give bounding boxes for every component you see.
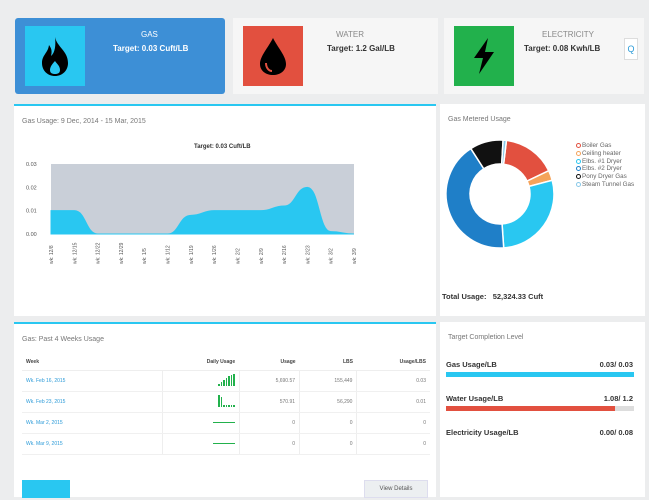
table-row: Wk. Feb 16, 2015 5,690.57 155,449 0.03 — [22, 370, 430, 392]
col-header[interactable]: Usage/LBS — [356, 354, 430, 371]
x-tick-label: wk: 12/8 — [49, 245, 55, 264]
ratio-cell: 0 — [356, 433, 430, 455]
usage-cell: 0 — [238, 433, 300, 455]
tile-target: Target: 1.2 Gal/LB — [327, 44, 395, 53]
x-tick-label: wk: 1/5 — [142, 248, 148, 264]
usage-cell: 5,690.57 — [238, 370, 300, 392]
x-tick-label: wk: 2/23 — [305, 245, 311, 264]
pie-slice[interactable] — [501, 179, 555, 249]
flame-icon — [25, 26, 85, 86]
usage-area-chart: 0.03 0.02 0.01 0.00 wk: 12/8 wk: 12/15 wk: 12/… — [26, 162, 358, 264]
tile-water[interactable]: WATER Target: 1.2 Gal/LB — [233, 18, 438, 94]
panel-title: Target Completion Level — [448, 334, 524, 341]
usage-panel: Gas Usage: 9 Dec, 2014 - 15 Mar, 2015 Ta… — [14, 104, 436, 316]
lbs-cell: 0 — [299, 412, 357, 434]
chart-legend: Boiler Gas Ceiling heater Elbs. #1 Dryer… — [576, 142, 640, 189]
table-row: Wk. Mar 2, 2015 0 0 0 — [22, 412, 430, 434]
weeks-table: Week Daily Usage Usage LBS Usage/LBS Wk.… — [22, 354, 430, 455]
x-tick-label: wk: 2/9 — [259, 248, 265, 264]
daily-sparkline — [161, 433, 240, 455]
week-link[interactable]: Wk. Mar 9, 2015 — [22, 433, 162, 455]
ratio-cell: 0.03 — [356, 370, 430, 392]
target-panel: Target Completion Level Gas Usage/LB 0.0… — [440, 322, 645, 497]
action-button[interactable] — [22, 480, 70, 498]
panel-title: Gas Metered Usage — [448, 116, 511, 123]
ratio-cell: 0 — [356, 412, 430, 434]
progress-bar — [446, 406, 634, 411]
tile-name: GAS — [141, 30, 158, 39]
daily-sparkline — [161, 412, 240, 434]
x-tick-label: wk: 12/22 — [96, 242, 102, 264]
daily-sparkline — [161, 391, 240, 413]
progress-bar — [446, 440, 634, 445]
droplet-icon — [243, 26, 303, 86]
bar-value: 0.00/ 0.08 — [599, 428, 633, 437]
col-header[interactable]: Week — [22, 354, 162, 371]
table-row: Wk. Mar 9, 2015 0 0 0 — [22, 433, 430, 455]
col-header[interactable]: Daily Usage — [162, 354, 240, 371]
x-tick-label: wk: 3/9 — [352, 248, 358, 264]
tile-name: WATER — [336, 30, 364, 39]
ratio-cell: 0.01 — [356, 391, 430, 413]
week-link[interactable]: Wk. Feb 16, 2015 — [22, 370, 162, 392]
x-tick-label: wk: 2/2 — [235, 248, 241, 264]
y-tick-label: 0.03 — [26, 162, 37, 168]
total-usage: Total Usage: 52,324.33 Cuft — [442, 292, 544, 301]
weeks-panel: Gas: Past 4 Weeks Usage Week Daily Usage… — [14, 322, 436, 498]
tile-electricity[interactable]: ELECTRICITY Target: 0.08 Kwh/LB Q — [444, 18, 644, 94]
tile-gas[interactable]: GAS Target: 0.03 Cuft/LB — [15, 18, 225, 94]
legend-item[interactable]: Pony Dryer Gas — [576, 173, 640, 181]
legend-item[interactable]: Elbs. #1 Dryer — [576, 158, 640, 166]
view-details-button[interactable]: View Details — [364, 480, 428, 498]
tile-target: Target: 0.08 Kwh/LB — [524, 44, 601, 53]
bar-value: 1.08/ 1.2 — [603, 394, 633, 403]
x-tick-label: wk: 3/2 — [329, 248, 335, 264]
x-tick-label: wk: 2/16 — [282, 245, 288, 264]
x-tick-label: wk: 1/19 — [189, 245, 195, 264]
daily-sparkline — [161, 370, 240, 392]
x-tick-label: wk: 12/15 — [72, 242, 78, 264]
legend-item[interactable]: Elbs. #2 Dryer — [576, 165, 640, 173]
progress-bar — [446, 372, 634, 377]
table-row: Wk. Feb 23, 2015 570.91 56,290 0.01 — [22, 391, 430, 413]
bar-value: 0.03/ 0.03 — [599, 360, 633, 369]
lbs-cell: 155,449 — [299, 370, 357, 392]
bar-label: Electricity Usage/LB — [446, 428, 519, 437]
legend-item[interactable]: Steam Tunnel Gas — [576, 181, 640, 189]
tile-name: ELECTRICITY — [542, 30, 595, 39]
col-header[interactable]: Usage — [239, 354, 300, 371]
panel-title: Gas: Past 4 Weeks Usage — [22, 336, 104, 343]
legend-item[interactable]: Ceiling heater — [576, 150, 640, 158]
bar-label: Water Usage/LB — [446, 394, 504, 403]
y-tick-label: 0.02 — [26, 185, 37, 191]
tile-target: Target: 0.03 Cuft/LB — [113, 44, 189, 53]
metered-panel: Gas Metered Usage Boiler Gas Ceiling hea… — [440, 104, 645, 316]
col-header[interactable]: LBS — [299, 354, 357, 371]
y-tick-label: 0.01 — [26, 209, 37, 215]
bar-label: Gas Usage/LB — [446, 360, 497, 369]
usage-cell: 0 — [238, 412, 300, 434]
more-button[interactable]: Q — [624, 38, 638, 60]
legend-item[interactable]: Boiler Gas — [576, 142, 640, 150]
lbs-cell: 56,290 — [299, 391, 357, 413]
x-tick-label: wk: 1/26 — [212, 245, 218, 264]
lbs-cell: 0 — [299, 433, 357, 455]
week-link[interactable]: Wk. Mar 2, 2015 — [22, 412, 162, 434]
x-tick-label: wk: 12/29 — [119, 242, 125, 264]
usage-cell: 570.91 — [238, 391, 300, 413]
week-link[interactable]: Wk. Feb 23, 2015 — [22, 391, 162, 413]
y-tick-label: 0.00 — [26, 232, 37, 238]
lightning-icon — [454, 26, 514, 86]
metered-donut-chart — [445, 139, 555, 249]
x-tick-label: wk: 1/12 — [166, 245, 172, 264]
